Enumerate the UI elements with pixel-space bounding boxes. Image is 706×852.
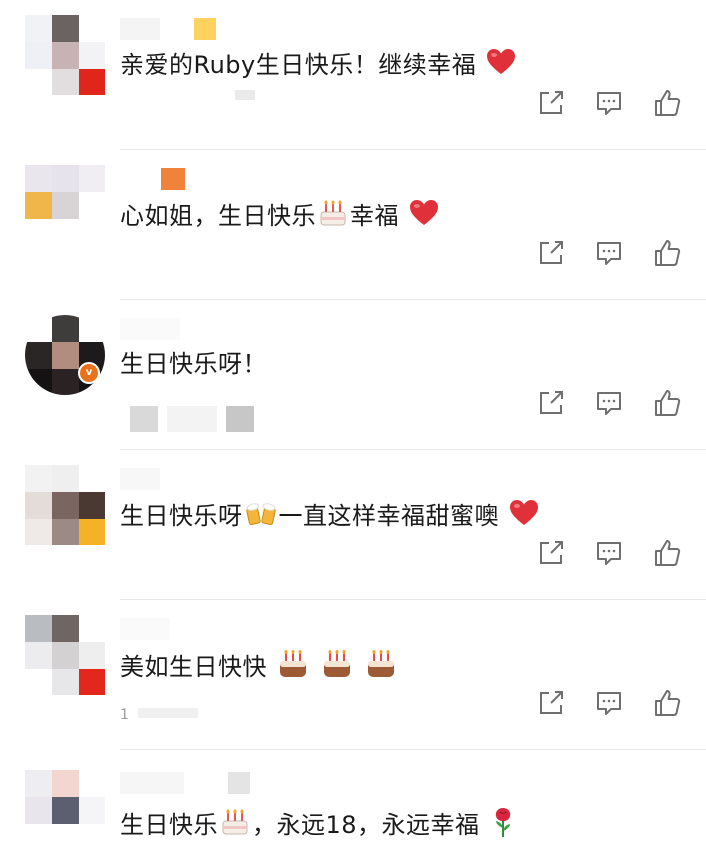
comment-text-content: 生日快乐 (120, 811, 218, 839)
comment-meta-text: 1 (120, 707, 129, 723)
username-blurred[interactable] (120, 168, 187, 190)
comment-button[interactable] (594, 538, 624, 568)
like-button[interactable] (652, 688, 682, 718)
share-icon (540, 391, 563, 414)
comment-text-content: 生日快乐呀 (120, 502, 243, 530)
comment-item: 亲爱的Ruby生日快乐！继续幸福 (0, 0, 706, 150)
comment-item: 美如生日快快 1 (0, 600, 706, 750)
repost-button[interactable] (536, 388, 566, 418)
comment-text: 美如生日快快 (120, 648, 399, 688)
comment-meta: 1 (120, 708, 202, 722)
comment-meta-blurred (120, 406, 258, 432)
comment-text-content: 一直这样幸福甜蜜噢 (278, 502, 499, 530)
heart-icon (486, 48, 516, 84)
thumbs-up-icon (655, 540, 681, 566)
avatar[interactable] (25, 465, 105, 545)
avatar[interactable] (25, 770, 105, 850)
cake-icon (277, 648, 309, 688)
comment-text: 生日快乐呀！ (120, 348, 267, 380)
comment-button[interactable] (594, 238, 624, 268)
comment-icon (597, 392, 621, 415)
comment-text: 生日快乐呀 一直这样幸福甜蜜噢 (120, 498, 541, 536)
comment-icon (597, 542, 621, 565)
cake-icon (365, 648, 397, 688)
comment-text-content: 美如生日快快 (120, 653, 267, 681)
like-button[interactable] (652, 88, 682, 118)
rose-icon (490, 806, 516, 846)
avatar[interactable] (25, 15, 105, 95)
thumbs-up-icon (655, 690, 681, 716)
username-blurred[interactable] (120, 18, 218, 40)
like-button[interactable] (652, 238, 682, 268)
comment-icon (597, 692, 621, 715)
comment-icon (597, 92, 621, 115)
username-blurred[interactable] (120, 318, 182, 340)
like-button[interactable] (652, 388, 682, 418)
heart-icon (509, 499, 539, 535)
repost-button[interactable] (536, 88, 566, 118)
cake-icon (321, 648, 353, 688)
like-button[interactable] (652, 538, 682, 568)
comment-icon (597, 242, 621, 265)
repost-button[interactable] (536, 538, 566, 568)
avatar[interactable] (25, 165, 105, 245)
comment-text-content: 生日快乐呀！ (120, 350, 267, 378)
comment-text-content: 亲爱的Ruby生日快乐！继续幸福 (120, 51, 477, 79)
cake-icon (318, 198, 348, 236)
username-blurred[interactable] (120, 772, 252, 794)
share-icon (540, 91, 563, 114)
comment-text: 生日快乐 ，永远18，永远幸福 (120, 806, 518, 846)
comment-item: v 生日快乐呀！ (0, 300, 706, 450)
repost-button[interactable] (536, 688, 566, 718)
repost-button[interactable] (536, 238, 566, 268)
comment-text-content: 心如姐，生日快乐 (120, 202, 316, 230)
heart-icon (409, 199, 439, 235)
thumbs-up-icon (655, 390, 681, 416)
verified-badge: v (78, 362, 100, 384)
comment-text-content: 幸福 (350, 202, 399, 230)
thumbs-up-icon (655, 90, 681, 116)
comment-button[interactable] (594, 388, 624, 418)
comment-text: 心如姐，生日快乐 幸福 (120, 198, 441, 236)
avatar[interactable] (25, 615, 105, 695)
share-icon (540, 241, 563, 264)
comment-button[interactable] (594, 88, 624, 118)
comment-item: 生日快乐呀 一直这样幸福甜蜜噢 (0, 450, 706, 600)
share-icon (540, 541, 563, 564)
cake-icon (220, 807, 250, 845)
share-icon (540, 691, 563, 714)
comment-item: 生日快乐 ，永远18，永远幸福 (0, 750, 706, 852)
comment-item: 心如姐，生日快乐 幸福 (0, 150, 706, 300)
comment-button[interactable] (594, 688, 624, 718)
comment-meta-blurred (120, 90, 259, 104)
comment-text: 亲爱的Ruby生日快乐！继续幸福 (120, 48, 518, 84)
comment-text-content: ，永远18，永远幸福 (252, 811, 480, 839)
username-blurred[interactable] (120, 468, 162, 490)
thumbs-up-icon (655, 240, 681, 266)
username-blurred[interactable] (120, 618, 172, 640)
beers-icon (245, 498, 277, 536)
